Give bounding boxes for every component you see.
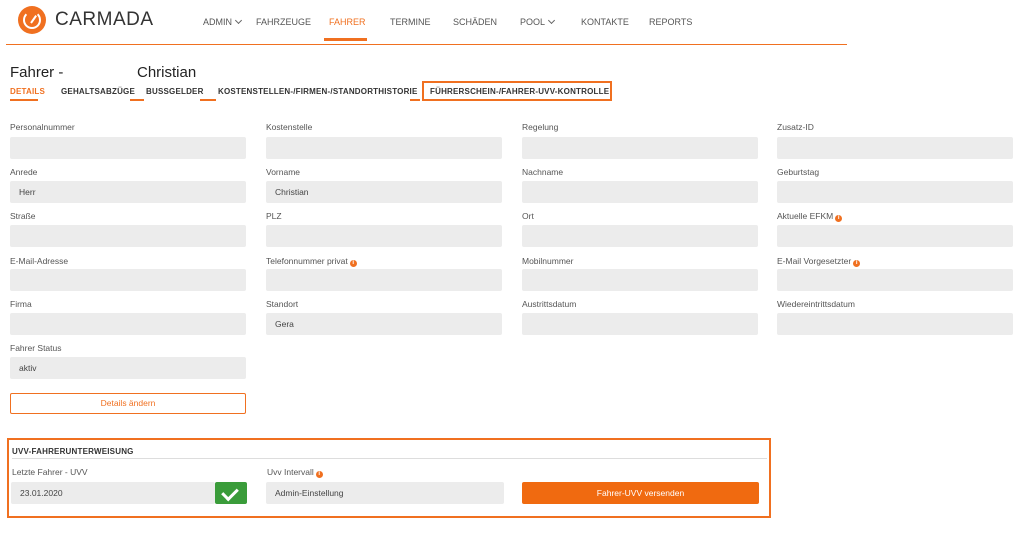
strasse-field[interactable] <box>10 225 246 247</box>
chevron-down-icon <box>234 16 243 25</box>
info-icon[interactable]: i <box>853 260 861 267</box>
tab-separator-line <box>200 99 216 101</box>
header-divider <box>6 44 847 45</box>
tab-separator-line <box>410 99 420 101</box>
firma-label: Firma <box>10 299 32 309</box>
wiedereintrittsdatum-label: Wiedereintrittsdatum <box>777 299 855 309</box>
mobilnummer-label: Mobilnummer <box>522 256 574 266</box>
telefon-privat-label: Telefonnummer privat i <box>266 256 357 267</box>
nav-item-reports[interactable]: REPORTS <box>649 17 692 27</box>
app-name: CARMADA <box>55 9 154 30</box>
chevron-down-icon <box>547 16 556 25</box>
personalnummer-label: Personalnummer <box>10 122 75 132</box>
nav-item-admin[interactable]: ADMIN <box>203 16 243 27</box>
austrittsdatum-label: Austrittsdatum <box>522 299 577 309</box>
tab-separator-line <box>130 99 144 101</box>
vorname-field[interactable]: Christian <box>266 181 502 203</box>
uvv-section-title: UVV-FAHRERUNTERWEISUNG <box>12 447 134 456</box>
fahrer-uvv-versenden-button[interactable]: Fahrer-UVV versenden <box>522 482 759 504</box>
aktuelle-efkm-label: Aktuelle EFKM i <box>777 211 843 222</box>
nav-item-pool[interactable]: POOL <box>520 16 556 27</box>
nav-item-fahrzeuge[interactable]: FAHRZEUGE <box>256 17 311 27</box>
uvv-divider <box>12 458 767 459</box>
uvv-intervall-field[interactable]: Admin-Einstellung <box>266 482 504 504</box>
nav-item-schaeden[interactable]: SCHÄDEN <box>453 17 497 27</box>
nav-item-fahrer[interactable]: FAHRER <box>329 17 366 27</box>
info-icon[interactable]: i <box>315 471 323 478</box>
austrittsdatum-field[interactable] <box>522 313 758 335</box>
personalnummer-field[interactable] <box>10 137 246 159</box>
nav-item-kontakte[interactable]: KONTAKTE <box>581 17 629 27</box>
kostenstelle-label: Kostenstelle <box>266 122 313 132</box>
checkmark-icon <box>215 482 247 504</box>
mobilnummer-field[interactable] <box>522 269 758 291</box>
geburtstag-label: Geburtstag <box>777 167 820 177</box>
zusatz-id-field[interactable] <box>777 137 1013 159</box>
plz-field[interactable] <box>266 225 502 247</box>
page-title-prefix: Fahrer - <box>10 64 64 81</box>
tab-details[interactable]: DETAILS <box>10 87 45 96</box>
zusatz-id-label: Zusatz-ID <box>777 122 814 132</box>
tab-bussgelder[interactable]: BUSSGELDER <box>146 87 204 96</box>
nav-active-indicator <box>324 38 367 41</box>
aktuelle-efkm-field[interactable] <box>777 225 1013 247</box>
telefon-privat-field[interactable] <box>266 269 502 291</box>
email-field[interactable] <box>10 269 246 291</box>
email-vorgesetzter-label: E-Mail Vorgesetzter i <box>777 256 861 267</box>
standort-field[interactable]: Gera <box>266 313 502 335</box>
strasse-label: Straße <box>10 211 36 221</box>
tab-gehaltsabzuege[interactable]: GEHALTSABZÜGE <box>61 87 135 96</box>
fahrer-status-field[interactable]: aktiv <box>10 357 246 379</box>
regelung-field[interactable] <box>522 137 758 159</box>
vorname-label: Vorname <box>266 167 301 177</box>
info-icon[interactable]: i <box>835 215 843 222</box>
geburtstag-field[interactable] <box>777 181 1013 203</box>
letzte-uvv-label: Letzte Fahrer - UVV <box>12 467 88 477</box>
anrede-label: Anrede <box>10 167 38 177</box>
plz-label: PLZ <box>266 211 282 221</box>
email-vorgesetzter-field[interactable] <box>777 269 1013 291</box>
fahrer-status-label: Fahrer Status <box>10 343 62 353</box>
nav-item-termine[interactable]: TERMINE <box>390 17 431 27</box>
speedometer-logo-icon <box>18 6 46 34</box>
letzte-uvv-field[interactable]: 23.01.2020 <box>11 482 215 504</box>
wiedereintrittsdatum-field[interactable] <box>777 313 1013 335</box>
ort-field[interactable] <box>522 225 758 247</box>
highlighted-tab-frame <box>422 81 612 101</box>
details-aendern-button[interactable]: Details ändern <box>10 393 246 414</box>
app-logo[interactable]: CARMADA <box>18 6 154 34</box>
info-icon[interactable]: i <box>349 260 357 267</box>
top-header: CARMADA ADMIN FAHRZEUGE FAHRER TERMINE S… <box>0 0 1028 46</box>
anrede-field[interactable]: Herr <box>10 181 246 203</box>
email-label: E-Mail-Adresse <box>10 256 69 266</box>
page-title-name: Christian <box>137 64 197 81</box>
ort-label: Ort <box>522 211 534 221</box>
firma-field[interactable] <box>10 313 246 335</box>
uvv-intervall-label: Uvv Intervall i <box>267 467 323 478</box>
regelung-label: Regelung <box>522 122 559 132</box>
tab-kostenstellenhistorie[interactable]: KOSTENSTELLEN-/FIRMEN-/STANDORTHISTORIE <box>218 87 418 96</box>
kostenstelle-field[interactable] <box>266 137 502 159</box>
standort-label: Standort <box>266 299 299 309</box>
nachname-label: Nachname <box>522 167 564 177</box>
nachname-field[interactable] <box>522 181 758 203</box>
tab-active-indicator <box>10 99 38 101</box>
